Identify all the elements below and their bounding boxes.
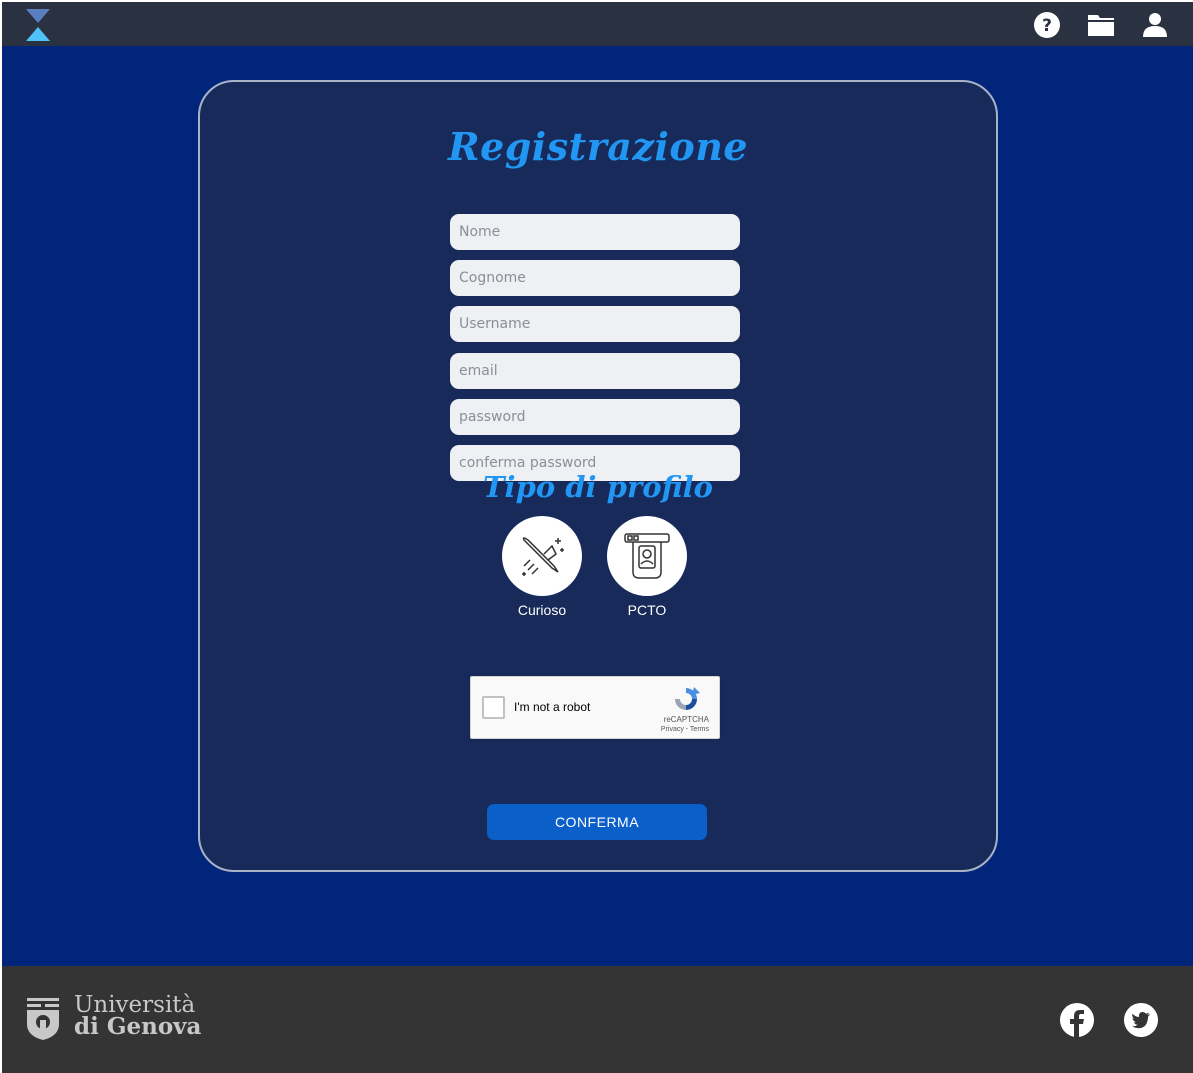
twitter-icon[interactable] (1123, 1002, 1159, 1038)
cognome-input[interactable] (450, 260, 740, 296)
recaptcha-links[interactable]: Privacy - Terms (661, 726, 709, 733)
recaptcha-brand: reCAPTCHA (663, 715, 709, 724)
registration-card: Registrazione Tipo di profilo Curioso (198, 80, 998, 872)
university-crest-icon (27, 998, 59, 1040)
nome-input[interactable] (450, 214, 740, 250)
profile-option-curioso[interactable]: Curioso (502, 516, 582, 618)
user-icon[interactable] (1140, 10, 1170, 40)
university-name: Università di Genova (74, 994, 202, 1040)
profile-option-pcto[interactable]: PCTO (607, 516, 687, 618)
profile-circle (607, 516, 687, 596)
main-area: Registrazione Tipo di profilo Curioso (2, 46, 1193, 966)
hourglass-logo-icon[interactable] (26, 9, 50, 41)
recaptcha-widget: I'm not a robot reCAPTCHA Privacy - Term… (470, 676, 720, 739)
password-input[interactable] (450, 399, 740, 435)
email-input[interactable] (450, 353, 740, 389)
page-title: Registrazione (447, 124, 749, 169)
recaptcha-logo-icon (675, 687, 700, 710)
rocket-icon (522, 537, 564, 576)
help-icon[interactable]: ? (1032, 10, 1062, 40)
profile-type-title: Tipo di profilo (482, 470, 714, 504)
profile-circle (502, 516, 582, 596)
top-bar: ? (2, 2, 1193, 46)
profile-label: Curioso (517, 602, 567, 618)
username-input[interactable] (450, 306, 740, 342)
folder-icon[interactable] (1086, 10, 1116, 40)
svg-text:?: ? (1042, 16, 1052, 36)
confirm-button[interactable]: CONFERMA (487, 804, 707, 840)
university-line2: di Genova (74, 1013, 202, 1040)
footer: Università di Genova (2, 966, 1193, 1073)
recaptcha-checkbox[interactable] (482, 696, 505, 719)
profile-label: PCTO (627, 602, 667, 618)
atm-card-icon (624, 533, 670, 579)
recaptcha-label: I'm not a robot (514, 700, 591, 714)
facebook-icon[interactable] (1059, 1002, 1095, 1038)
